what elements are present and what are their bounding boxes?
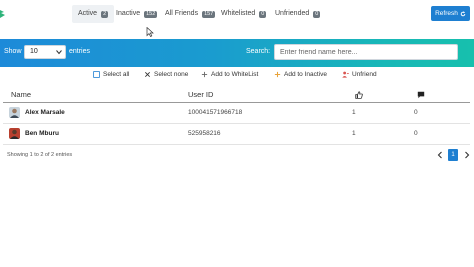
selected-entries-value: 10 [30, 48, 38, 55]
avatar [9, 128, 20, 139]
comments-count: 0 [414, 130, 418, 137]
entries-per-page-select[interactable]: 10 [24, 45, 66, 59]
friends-manager: Active 2 Inactive 152 All Friends 157 Wh… [0, 0, 474, 267]
add-to-inactive-button[interactable]: Add to Inactive [274, 71, 327, 78]
select-all-button[interactable]: Select all [93, 71, 129, 78]
bulk-actions-bar: Select all Select none Add to WhiteList … [0, 70, 474, 82]
refresh-button[interactable]: Refresh [431, 6, 470, 21]
friend-name[interactable]: Ben Mburu [25, 130, 59, 137]
table-header: Name User ID [3, 88, 470, 103]
top-tab-bar: Active 2 Inactive 152 All Friends 157 Wh… [0, 0, 474, 30]
friend-name[interactable]: Alex Marsale [25, 109, 65, 116]
select-all-label: Select all [103, 71, 130, 78]
add-to-whitelist-label: Add to WhiteList [211, 71, 259, 78]
close-icon [145, 72, 150, 77]
mouse-cursor-icon [146, 27, 154, 37]
tab-all-friends[interactable]: All Friends 157 [159, 5, 221, 23]
chevron-down-icon [56, 50, 62, 55]
friend-user-id: 525958216 [188, 130, 221, 137]
add-to-inactive-label: Add to Inactive [284, 71, 327, 78]
likes-count: 1 [352, 130, 356, 137]
friends-table: Name User ID Alex Marsale 10004157196671… [3, 88, 470, 145]
tab-label: Whitelisted [221, 10, 256, 17]
chevron-right-icon[interactable] [463, 151, 471, 159]
friend-user-id: 100041571966718 [188, 109, 243, 116]
plus-icon [201, 71, 208, 78]
tab-label: Unfriended [275, 10, 310, 17]
show-label: Show [4, 48, 22, 55]
refresh-label: Refresh [435, 10, 458, 17]
remove-user-icon [342, 71, 349, 78]
search-input[interactable] [274, 44, 458, 60]
avatar [9, 107, 20, 118]
app-logo-icon [0, 10, 5, 18]
add-to-whitelist-button[interactable]: Add to WhiteList [201, 71, 258, 78]
tab-unfriended[interactable]: Unfriended 0 [269, 5, 326, 23]
thumbs-up-icon[interactable] [355, 91, 363, 99]
likes-count: 1 [352, 109, 356, 116]
tab-whitelisted[interactable]: Whitelisted 0 [215, 5, 272, 23]
column-header-name[interactable]: Name [11, 90, 31, 99]
plus-icon [274, 71, 281, 78]
tab-label: All Friends [165, 10, 199, 17]
search-label: Search: [246, 48, 271, 55]
table-info-text: Showing 1 to 2 of 2 entries [7, 152, 73, 158]
refresh-icon [460, 10, 466, 16]
tab-count-badge: 0 [259, 10, 267, 18]
unfriend-label: Unfriend [352, 71, 377, 78]
tab-label: Inactive [116, 10, 141, 17]
tab-count-badge: 157 [202, 10, 216, 18]
tab-active[interactable]: Active 2 [72, 5, 115, 23]
tab-count-badge: 0 [313, 10, 321, 18]
tab-inactive[interactable]: Inactive 152 [110, 5, 163, 23]
select-none-label: Select none [154, 71, 189, 78]
tab-label: Active [78, 10, 98, 17]
comment-icon[interactable] [417, 91, 425, 99]
comments-count: 0 [414, 109, 418, 116]
select-none-button[interactable]: Select none [144, 71, 188, 78]
checkbox-icon [93, 71, 100, 78]
column-header-user-id[interactable]: User ID [188, 90, 213, 99]
tab-count-badge: 2 [101, 10, 109, 18]
table-controls-bar: Show 10 entries Search: [0, 39, 474, 67]
table-row[interactable]: Ben Mburu 525958216 1 0 [3, 124, 470, 145]
unfriend-button[interactable]: Unfriend [342, 71, 377, 78]
table-row[interactable]: Alex Marsale 100041571966718 1 0 [3, 103, 470, 124]
chevron-left-icon[interactable] [436, 151, 444, 159]
entries-label: entries [69, 48, 91, 55]
tab-count-badge: 152 [144, 10, 158, 18]
pagination-page-button[interactable]: 1 [448, 149, 458, 161]
